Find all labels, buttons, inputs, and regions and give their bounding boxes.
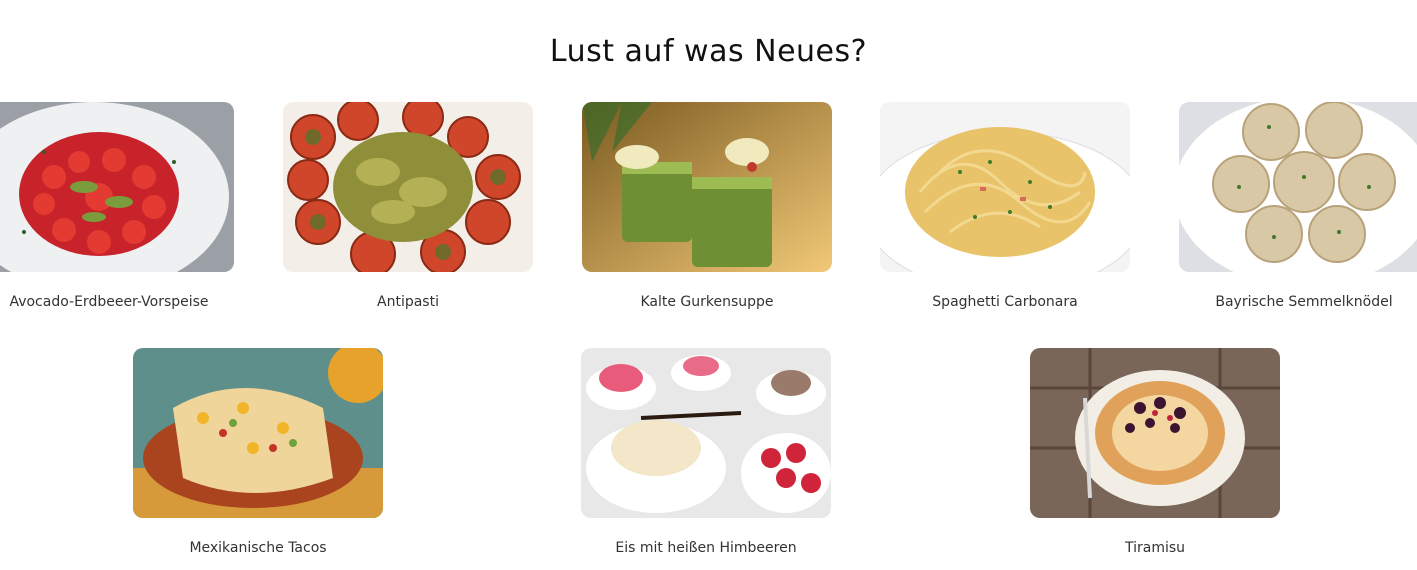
recipe-card[interactable]: Bayrische Semmelknödel	[1179, 102, 1417, 310]
recipe-card[interactable]: Mexikanische Tacos	[133, 348, 383, 556]
recipe-title[interactable]: Kalte Gurkensuppe	[552, 294, 862, 310]
recipe-card[interactable]: Kalte Gurkensuppe	[582, 102, 832, 310]
recipe-card[interactable]: Antipasti	[283, 102, 533, 310]
recipe-image-carbonara[interactable]	[880, 102, 1130, 272]
recipe-card[interactable]: Spaghetti Carbonara	[880, 102, 1130, 310]
recipe-image-cucumber-soup[interactable]	[582, 102, 832, 272]
recipe-image-ice-cream[interactable]	[581, 348, 831, 518]
page-title: Lust auf was Neues?	[549, 34, 868, 70]
recipe-image-antipasti[interactable]	[283, 102, 533, 272]
recipe-title[interactable]: Eis mit heißen Himbeeren	[551, 540, 861, 556]
recipe-card[interactable]: Eis mit heißen Himbeeren	[581, 348, 831, 556]
recipe-title[interactable]: Avocado-Erdbeeer-Vorspeise	[0, 294, 264, 310]
recipe-title[interactable]: Mexikanische Tacos	[103, 540, 413, 556]
recipe-image-tacos[interactable]	[133, 348, 383, 518]
recipe-image-dumplings[interactable]	[1179, 102, 1417, 272]
recipe-title[interactable]: Bayrische Semmelknödel	[1149, 294, 1417, 310]
recipe-card[interactable]: Tiramisu	[1030, 348, 1280, 556]
recipe-title[interactable]: Tiramisu	[1000, 540, 1310, 556]
recipe-image-tiramisu[interactable]	[1030, 348, 1280, 518]
recipe-card[interactable]: Avocado-Erdbeeer-Vorspeise	[0, 102, 234, 310]
recipe-title[interactable]: Antipasti	[253, 294, 563, 310]
recipe-image-strawberry-avocado[interactable]	[0, 102, 234, 272]
recipe-title[interactable]: Spaghetti Carbonara	[850, 294, 1160, 310]
